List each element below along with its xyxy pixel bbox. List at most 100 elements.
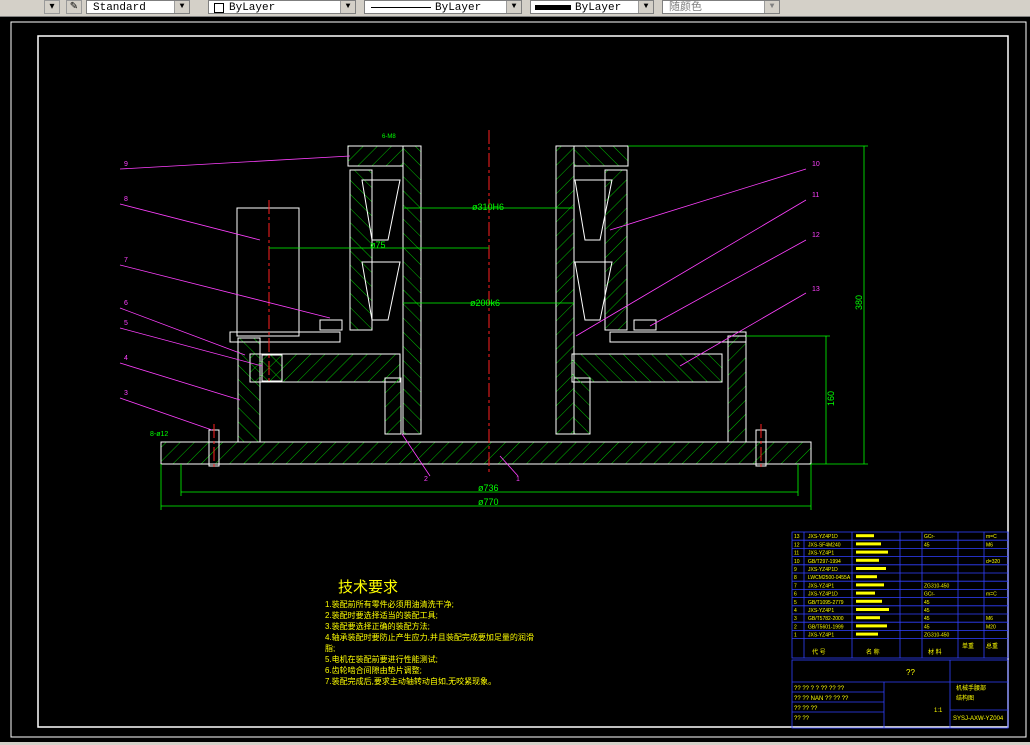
- bom-cell-mat: 45: [924, 600, 930, 606]
- bom-cell-rem: m=C: [986, 592, 997, 598]
- title-scale: 1:1: [934, 708, 943, 714]
- chevron-down-icon[interactable]: ▼: [764, 1, 779, 13]
- tech-req-line-4: 4.轴承装配时要防止产生应力,并且装配完成要加足量的润滑: [325, 632, 534, 642]
- tech-req-line-6: 5.电机在装配前要进行性能测试;: [325, 654, 438, 664]
- bom-name-bar: [856, 558, 879, 562]
- linetype-select[interactable]: ByLayer ▼: [364, 0, 522, 14]
- bom-cell-rem: M6: [986, 616, 993, 622]
- title-name-2: 结构图: [956, 694, 974, 702]
- callout-11: 11: [812, 192, 819, 199]
- sheet-outer-border: [10, 21, 1027, 738]
- tech-req-line-1: 1.装配前所有零件必须用油清洗干净;: [325, 599, 454, 609]
- bom-cell-no: 6: [794, 592, 797, 598]
- tech-req-line-5: 脂;: [325, 643, 335, 653]
- base-plate: [160, 441, 812, 465]
- chevron-down-icon[interactable]: ▼: [506, 1, 521, 13]
- bearing-housing-left: [349, 169, 373, 331]
- chevron-down-icon[interactable]: ▼: [638, 1, 653, 13]
- bom-cell-code: LWCM2500-0455A: [808, 575, 851, 581]
- linetype-value: ByLayer: [435, 2, 482, 14]
- bom-cell-mat: 45: [924, 624, 930, 630]
- dim-d75: ø75: [370, 240, 386, 250]
- tech-req-line-7: 6.齿轮啮合间隙由垫片调整;: [325, 665, 422, 675]
- callout-13: 13: [812, 286, 820, 293]
- bom-cell-rem: m=C: [986, 534, 997, 540]
- right-housing-wall: [727, 335, 747, 443]
- dim-d200: ø200k6: [470, 298, 500, 308]
- callout-1: 1: [516, 476, 520, 483]
- shaft-wall-left: [402, 145, 422, 435]
- bom-name-bar: [856, 599, 882, 603]
- tech-req-line-8: 7.装配完成后,要求主动轴转动自如,无咬紧现象。: [325, 676, 496, 686]
- bom-cell-code: JXS-YZ4P1D: [808, 567, 838, 573]
- bom-cell-code: JXS-YZ4P1D: [808, 592, 838, 598]
- bom-cell-mat: 45: [924, 608, 930, 614]
- screw-right: [633, 319, 657, 331]
- tech-req-line-3: 3.装配要选择正确的装配方法;: [325, 621, 430, 631]
- bom-name-bar: [856, 616, 880, 620]
- bom-cell-no: 10: [794, 559, 800, 565]
- dim-d310: ø310H6: [472, 202, 504, 212]
- layer-select[interactable]: ByLayer ▼: [208, 0, 356, 14]
- lineweight-select[interactable]: ByLayer ▼: [530, 0, 654, 14]
- bom-name-bar: [856, 534, 874, 538]
- bom-cell-no: 3: [794, 616, 797, 622]
- callout-2: 2: [424, 476, 428, 483]
- bom-header-mat: 材 料: [928, 648, 942, 656]
- nut-right: [573, 377, 591, 435]
- bearing-housing-right: [604, 169, 628, 331]
- dim-d770: ø770: [478, 497, 499, 507]
- callout-12: 12: [812, 232, 820, 239]
- title-name-1: 机械手腰部: [956, 684, 986, 692]
- toolbar-dropdown-arrow[interactable]: ▾: [44, 0, 60, 14]
- color-select[interactable]: 随颜色 ▼: [662, 0, 780, 14]
- bom-cell-rem: M20: [986, 624, 996, 630]
- properties-toolbar: ▾ ✎ Standard ▼ ByLayer ▼ ByLayer ▼ ByLay…: [0, 0, 1030, 17]
- tech-req-title: 技术要求: [338, 579, 398, 596]
- bom-cell-code: JXS-YZ4P1: [808, 551, 834, 557]
- motor: [236, 207, 300, 337]
- top-flange-right: [573, 145, 629, 167]
- bom-name-bar: [856, 567, 886, 570]
- bom-header: 代 号 名 称 材 料 单重 总重: [812, 642, 998, 656]
- bom-cell-mat: 45: [924, 616, 930, 622]
- title-row-1: ?? ?? ? ? ?? ?? ??: [794, 686, 845, 692]
- tech-req-line-2: 2.装配时要选择适当的装配工具;: [325, 610, 438, 620]
- title-block-text: ?? 机械手腰部 结构图 SYSJ-AXW-YZ004 1:1 ?? ?? ? …: [794, 668, 1004, 722]
- bom-text: 13 JXS-YZ4P1D GCr-m=C12 JXS-SF4M240 45 M611 JX…: [794, 534, 1000, 638]
- bom-name-bar: [856, 624, 887, 628]
- bom-name-bar: [856, 550, 888, 554]
- linetype-sample-icon: [371, 7, 431, 8]
- lineweight-value: ByLayer: [575, 2, 622, 14]
- lineweight-sample-icon: [535, 5, 571, 10]
- title-row-4: ?? ??: [794, 716, 810, 722]
- bom-cell-no: 7: [794, 583, 797, 589]
- top-flange-left: [347, 145, 404, 167]
- bom-cell-no: 1: [794, 633, 797, 639]
- bom-cell-rem: M6: [986, 542, 993, 548]
- drawing-canvas[interactable]: ø310H6 ø200k6 ø75 ø736 ø770 380 160 8-ø1…: [0, 16, 1030, 742]
- bom-cell-code: JXS-YZ4P1D: [808, 534, 838, 540]
- callout-6: 6: [124, 300, 128, 307]
- color-swatch-icon: [214, 3, 224, 13]
- leader-lines: [119, 155, 807, 477]
- bom-name-bar: [856, 575, 877, 579]
- bom-header-name: 名 称: [866, 648, 880, 656]
- title-q: ??: [906, 668, 915, 677]
- bom-cell-code: GB/T297-1994: [808, 559, 841, 565]
- callout-10: 10: [812, 161, 820, 168]
- text-style-value: Standard: [93, 2, 146, 14]
- title-row-2: ?? ?? NAN ?? ?? ??: [794, 696, 849, 702]
- text-style-select[interactable]: Standard ▼: [86, 0, 190, 14]
- chevron-down-icon[interactable]: ▼: [340, 1, 355, 13]
- nut-left: [384, 377, 402, 435]
- bom-cell-code: GB/T5601-1999: [808, 624, 844, 630]
- pinion: [261, 354, 283, 382]
- bom-header-wt: 单重: [962, 642, 974, 650]
- bom-cell-code: JXS-SF4M240: [808, 542, 841, 548]
- bom-name-bar: [856, 591, 875, 595]
- callout-8: 8: [124, 196, 128, 203]
- bom-cell-no: 9: [794, 567, 797, 573]
- text-style-icon[interactable]: ✎: [66, 0, 82, 14]
- chevron-down-icon[interactable]: ▼: [174, 1, 189, 13]
